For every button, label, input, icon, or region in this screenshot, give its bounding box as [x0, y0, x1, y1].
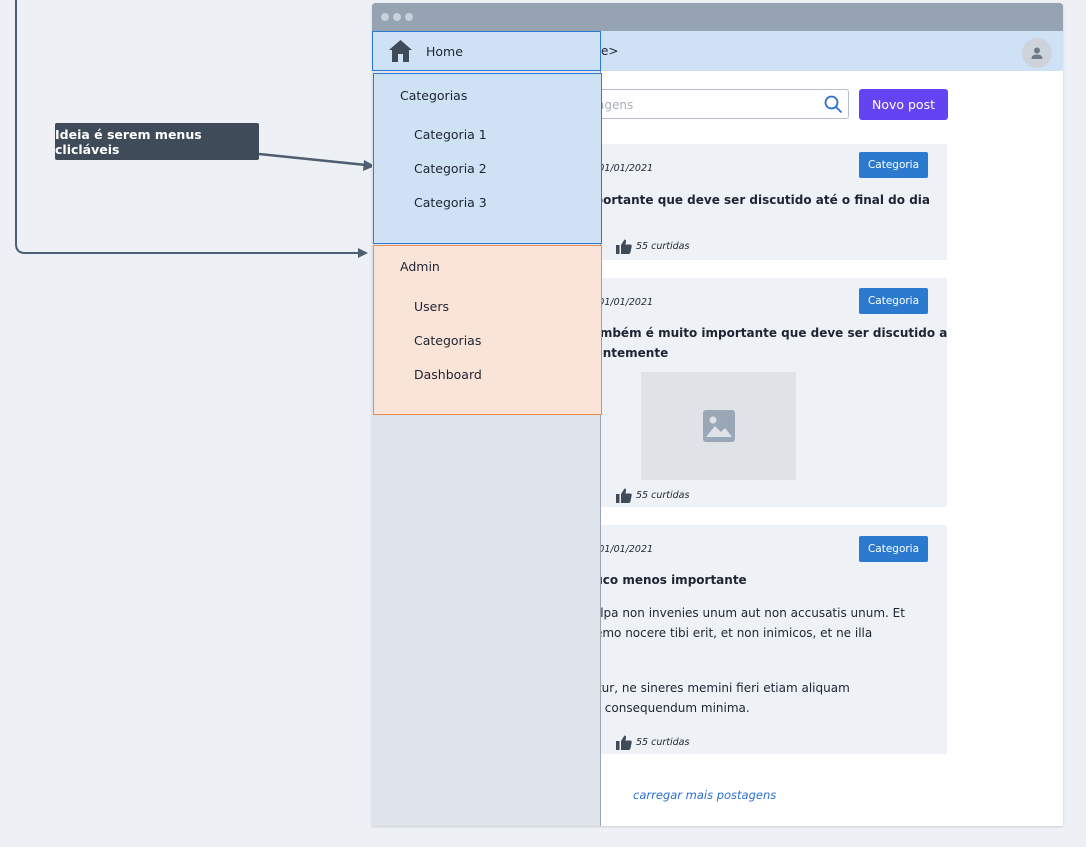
thumbs-up-icon: [616, 735, 632, 750]
window-dot: [393, 13, 401, 21]
category-button[interactable]: Categoria: [859, 536, 928, 562]
category-button[interactable]: Categoria: [859, 152, 928, 178]
post-card: m 01/01/2021 Categoria ouco menos import…: [586, 525, 947, 754]
image-icon: [702, 410, 735, 442]
window-dot: [381, 13, 389, 21]
post-body-line: culpa non invenies unum aut non accusati…: [586, 606, 905, 620]
window-dot: [405, 13, 413, 21]
post-body-line: gitur, ne sineres memini fieri etiam ali…: [586, 681, 850, 695]
sidebar-section-heading[interactable]: Admin: [400, 259, 440, 274]
likes-counter[interactable]: 55 curtidas: [616, 239, 689, 254]
likes-text: 55 curtidas: [636, 737, 690, 748]
sidebar-item-categorias[interactable]: Categorias: [414, 333, 481, 348]
load-more-link[interactable]: carregar mais postagens: [633, 788, 776, 802]
post-title: nportante que deve ser discutido até o f…: [586, 193, 930, 207]
post-title: também é muito importante que deve ser d…: [586, 326, 947, 340]
avatar[interactable]: [1022, 38, 1052, 68]
likes-counter[interactable]: 55 curtidas: [616, 488, 689, 503]
sidebar-section-categories: Categorias Categoria 1 Categoria 2 Categ…: [373, 73, 602, 244]
sidebar-item-users[interactable]: Users: [414, 299, 449, 314]
annotation-note: Ideia é serem menus clicláveis: [55, 123, 259, 160]
annotation-note-text: Ideia é serem menus clicláveis: [55, 126, 202, 157]
thumbs-up-icon: [616, 239, 632, 254]
post-body-line: ad consequendum minima.: [586, 701, 750, 715]
home-icon: [388, 39, 413, 67]
sidebar-item-categoria-3[interactable]: Categoria 3: [414, 195, 487, 210]
sidebar-item-categoria-2[interactable]: Categoria 2: [414, 161, 487, 176]
thumbs-up-icon: [616, 488, 632, 503]
post-body-line: Nemo nocere tibi erit, et non inimicos, …: [586, 626, 873, 640]
search-input[interactable]: [595, 95, 819, 115]
post-card: m 01/01/2021 Categoria nportante que dev…: [586, 144, 947, 260]
sidebar-item-dashboard[interactable]: Dashboard: [414, 367, 482, 382]
sidebar-item-categoria-1[interactable]: Categoria 1: [414, 127, 487, 142]
search-icon[interactable]: [824, 95, 843, 118]
new-post-button[interactable]: Novo post: [859, 89, 948, 120]
post-title: ouco menos importante: [586, 573, 747, 587]
likes-text: 55 curtidas: [636, 241, 690, 252]
sidebar-section-heading[interactable]: Categorias: [400, 88, 467, 103]
breadcrumb: e>: [601, 44, 619, 58]
window-titlebar: [372, 3, 1063, 31]
sidebar-section-admin: Admin Users Categorias Dashboard: [373, 245, 602, 415]
sidebar-item-label: Home: [426, 44, 463, 59]
search-box[interactable]: [586, 89, 849, 119]
user-icon: [1031, 47, 1043, 59]
category-button[interactable]: Categoria: [859, 288, 928, 314]
image-placeholder: [641, 372, 796, 480]
sidebar-item-home[interactable]: Home: [372, 31, 601, 71]
post-card: m 01/01/2021 Categoria também é muito im…: [586, 278, 947, 507]
likes-counter[interactable]: 55 curtidas: [616, 735, 689, 750]
likes-text: 55 curtidas: [636, 490, 690, 501]
